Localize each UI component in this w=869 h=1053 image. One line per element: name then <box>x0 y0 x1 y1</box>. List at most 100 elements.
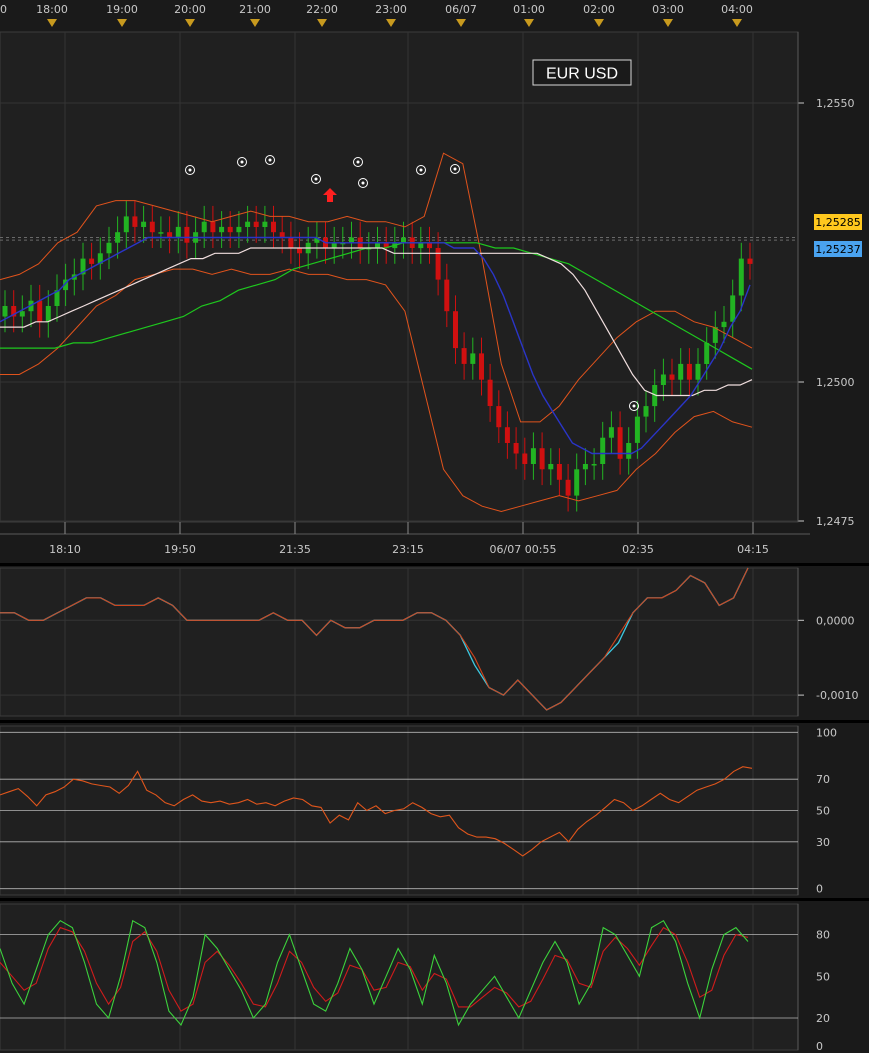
candle-body[interactable] <box>600 437 606 464</box>
candle-body[interactable] <box>45 306 51 322</box>
candle-body[interactable] <box>271 221 276 233</box>
signal-marker-dot <box>361 181 365 185</box>
signal-marker-dot <box>314 177 318 181</box>
bottom-axis-label: 02:35 <box>622 543 654 556</box>
candle-body[interactable] <box>401 237 406 243</box>
top-axis-label: 21:00 <box>239 3 271 16</box>
candle-body[interactable] <box>686 363 692 380</box>
rsi-panel[interactable]: 100 70 50 30 0 <box>0 725 837 896</box>
candle-body[interactable] <box>565 479 571 496</box>
candle-body[interactable] <box>591 464 597 466</box>
candle-body[interactable] <box>158 232 164 234</box>
candle-body[interactable] <box>643 406 649 417</box>
price-axis-label: 1,2500 <box>816 376 855 389</box>
stoch-axis-label: 20 <box>816 1012 830 1025</box>
candle-body[interactable] <box>608 427 614 438</box>
instrument-label: EUR USD <box>546 66 618 83</box>
candle-body[interactable] <box>721 321 727 328</box>
candle-body[interactable] <box>418 242 424 249</box>
candle-body[interactable] <box>461 348 467 364</box>
candle-body[interactable] <box>227 226 233 233</box>
candle-body[interactable] <box>582 464 588 470</box>
candle-body[interactable] <box>738 258 744 296</box>
candle-body[interactable] <box>115 232 121 243</box>
candle-body[interactable] <box>548 464 554 470</box>
candle-body[interactable] <box>556 464 562 480</box>
macd-frame <box>0 567 799 717</box>
price-badge-blue: 1,25237 <box>814 241 862 257</box>
top-axis-label: 23:00 <box>375 3 407 16</box>
candle-body[interactable] <box>279 232 285 238</box>
rsi-axis-label: 100 <box>816 726 837 739</box>
price-panel[interactable]: 1,2550 1,2500 1,2475 <box>0 31 855 528</box>
panel-separator <box>0 720 869 723</box>
candle-body[interactable] <box>167 232 173 238</box>
candle-body[interactable] <box>219 226 225 233</box>
candle-body[interactable] <box>184 226 190 243</box>
candle-body[interactable] <box>678 363 684 380</box>
rsi-axis-label: 30 <box>816 836 830 849</box>
candle-body[interactable] <box>634 416 640 443</box>
candle-body[interactable] <box>132 216 138 227</box>
candle-body[interactable] <box>123 216 129 233</box>
candle-body[interactable] <box>444 279 450 312</box>
candle-body[interactable] <box>669 374 675 380</box>
top-axis-label: 18:00 <box>36 3 68 16</box>
candle-body[interactable] <box>747 258 753 264</box>
candle-body[interactable] <box>479 353 484 380</box>
candle-body[interactable] <box>141 221 147 227</box>
candle-body[interactable] <box>470 353 476 364</box>
candle-body[interactable] <box>245 221 251 227</box>
rsi-axis-label: 70 <box>816 773 830 786</box>
trading-chart[interactable]: 1,2550 1,2500 1,2475 0,0000 -0,0010 100 70 50… <box>0 0 869 1053</box>
candle-body[interactable] <box>574 469 580 496</box>
top-axis-label: 06/07 <box>445 3 477 16</box>
candle-body[interactable] <box>149 221 155 233</box>
candle-body[interactable] <box>522 453 528 465</box>
candle-body[interactable] <box>175 226 181 238</box>
candle-body[interactable] <box>704 342 710 364</box>
top-axis-label: 22:00 <box>306 3 338 16</box>
candle-body[interactable] <box>89 258 95 264</box>
signal-marker-dot <box>268 158 272 162</box>
candle-body[interactable] <box>349 237 354 243</box>
candle-body[interactable] <box>487 379 493 406</box>
top-axis-label: 19:00 <box>106 3 138 16</box>
bottom-axis-label: 04:15 <box>737 543 769 556</box>
candle-body[interactable] <box>37 300 43 322</box>
rsi-axis-label: 50 <box>816 805 830 818</box>
candle-body[interactable] <box>730 295 736 322</box>
candle-body[interactable] <box>626 443 632 459</box>
candle-body[interactable] <box>496 406 502 428</box>
candle-body[interactable] <box>660 374 666 386</box>
candle-body[interactable] <box>262 221 268 227</box>
stoch-axis-label: 0 <box>816 1040 823 1053</box>
candle-body[interactable] <box>253 221 259 227</box>
candle-body[interactable] <box>695 363 701 380</box>
candle-body[interactable] <box>297 248 302 254</box>
signal-marker-dot <box>419 168 423 172</box>
candle-body[interactable] <box>504 427 510 443</box>
price-frame <box>0 31 799 523</box>
candle-body[interactable] <box>201 221 207 233</box>
stochastic-panel[interactable]: 80 50 20 0 <box>0 903 830 1053</box>
candle-body[interactable] <box>427 242 432 249</box>
bottom-axis-label: 23:15 <box>392 543 424 556</box>
candle-body[interactable] <box>539 448 545 470</box>
candle-body[interactable] <box>210 221 216 233</box>
candle-body[interactable] <box>288 237 294 249</box>
candle-body[interactable] <box>331 242 337 249</box>
candle-body[interactable] <box>453 311 458 349</box>
candle-body[interactable] <box>375 242 380 249</box>
candle-body[interactable] <box>236 226 242 233</box>
candle-body[interactable] <box>19 311 25 317</box>
bottom-axis-label: 21:35 <box>279 543 311 556</box>
candle-body[interactable] <box>513 443 519 454</box>
top-axis-label: 03:00 <box>652 3 684 16</box>
macd-panel[interactable]: 0,0000 -0,0010 <box>0 567 858 717</box>
candle-body[interactable] <box>530 448 536 464</box>
rsi-axis-label: 0 <box>816 883 823 896</box>
candle-body[interactable] <box>106 242 112 254</box>
macd-axis-label: 0,0000 <box>816 614 855 627</box>
candle-body[interactable] <box>2 306 8 317</box>
